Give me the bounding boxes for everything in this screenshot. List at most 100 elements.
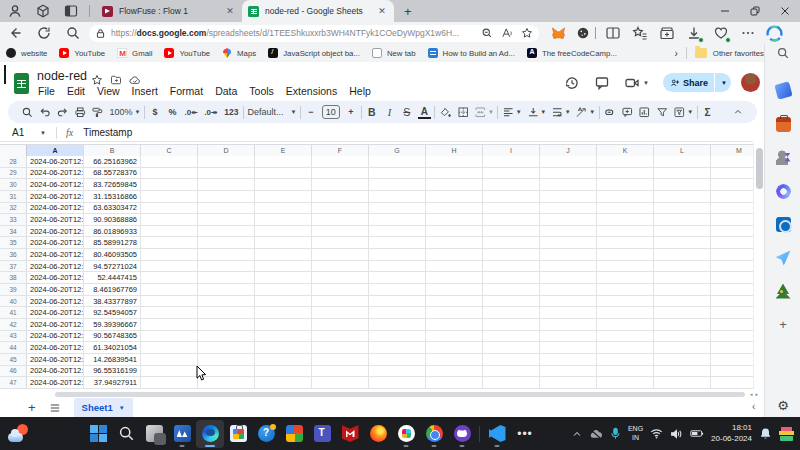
cell-F35[interactable] [312, 237, 369, 249]
vertical-align-icon[interactable] [526, 105, 539, 120]
cell-C31[interactable] [141, 191, 198, 203]
menu-format[interactable]: Format [164, 84, 209, 98]
wifi-icon[interactable] [650, 428, 663, 439]
cell-F30[interactable] [312, 179, 369, 191]
cell-F43[interactable] [312, 331, 369, 343]
cell-M35[interactable] [711, 237, 753, 249]
redo-icon[interactable] [56, 105, 69, 120]
cell-G32[interactable] [369, 203, 426, 215]
row-header-44[interactable]: 44 [0, 342, 27, 354]
borders-icon[interactable] [456, 105, 469, 120]
cell-J46[interactable] [540, 366, 597, 378]
cell-I37[interactable] [483, 261, 540, 273]
back-icon[interactable] [7, 25, 23, 41]
cell-A37[interactable]: 2024-06-20T12:2 [27, 261, 84, 273]
cell-A46[interactable]: 2024-06-20T12:2 [27, 366, 84, 378]
select-all-corner[interactable] [0, 145, 27, 156]
cell-D42[interactable] [198, 319, 255, 331]
cell-C30[interactable] [141, 179, 198, 191]
cell-J40[interactable] [540, 296, 597, 308]
column-header-H[interactable]: H [426, 145, 483, 156]
settings-more-icon[interactable] [740, 25, 756, 41]
cell-E46[interactable] [255, 366, 312, 378]
taskbar-search-icon[interactable] [112, 420, 140, 448]
cell-C44[interactable] [141, 342, 198, 354]
cell-H44[interactable] [426, 342, 483, 354]
cell-D38[interactable] [198, 272, 255, 284]
increase-font-size-icon[interactable]: + [344, 105, 357, 120]
cell-L40[interactable] [654, 296, 711, 308]
toolbar-search-icon[interactable] [21, 105, 34, 120]
row-header-32[interactable]: 32 [0, 203, 27, 215]
column-header-L[interactable]: L [654, 145, 711, 156]
cell-G35[interactable] [369, 237, 426, 249]
cell-H43[interactable] [426, 331, 483, 343]
favorite-star-icon[interactable] [521, 27, 533, 39]
cell-K32[interactable] [597, 203, 654, 215]
cell-J42[interactable] [540, 319, 597, 331]
cell-E28[interactable] [255, 156, 312, 168]
name-box[interactable]: A1 [0, 127, 40, 138]
add-sheet-button[interactable]: + [28, 400, 36, 415]
taskbar-vscode-icon[interactable] [483, 420, 511, 448]
cell-L35[interactable] [654, 237, 711, 249]
cell-M36[interactable] [711, 249, 753, 261]
column-header-K[interactable]: K [597, 145, 654, 156]
cell-H38[interactable] [426, 272, 483, 284]
cell-F39[interactable] [312, 284, 369, 296]
cell-B36[interactable]: 80.46093505 [84, 249, 141, 261]
cell-E45[interactable] [255, 354, 312, 366]
cell-K38[interactable] [597, 272, 654, 284]
filter-views-icon[interactable] [673, 105, 686, 120]
bookmark-item[interactable]: JavaScript object ba... [262, 46, 366, 60]
row-header-40[interactable]: 40 [0, 296, 27, 308]
tab-search-icon[interactable] [63, 3, 79, 19]
share-button[interactable]: Share ▼ [663, 73, 731, 92]
cell-C32[interactable] [141, 203, 198, 215]
bookmark-item[interactable]: How to Build an Ad... [422, 46, 521, 60]
cell-J29[interactable] [540, 168, 597, 180]
cell-G42[interactable] [369, 319, 426, 331]
cell-L36[interactable] [654, 249, 711, 261]
cell-H47[interactable] [426, 377, 483, 389]
cookie-extension-icon[interactable] [576, 26, 590, 40]
italic-icon[interactable]: I [383, 105, 396, 120]
font-dropdown-icon[interactable]: ▼ [290, 109, 296, 115]
cell-K46[interactable] [597, 366, 654, 378]
cell-A32[interactable]: 2024-06-20T12:2 [27, 203, 84, 215]
cell-C43[interactable] [141, 331, 198, 343]
cell-J37[interactable] [540, 261, 597, 273]
column-headers[interactable]: ABCDEFGHIJKLM [0, 144, 753, 156]
cell-A36[interactable]: 2024-06-20T12:2 [27, 249, 84, 261]
cell-G44[interactable] [369, 342, 426, 354]
cell-K44[interactable] [597, 342, 654, 354]
horizontal-scrollbar-thumb[interactable] [55, 392, 745, 397]
cell-E38[interactable] [255, 272, 312, 284]
cell-D30[interactable] [198, 179, 255, 191]
column-header-B[interactable]: B [84, 145, 141, 156]
cell-K30[interactable] [597, 179, 654, 191]
cell-F37[interactable] [312, 261, 369, 273]
cell-L47[interactable] [654, 377, 711, 389]
cell-A45[interactable]: 2024-06-20T12:2 [27, 354, 84, 366]
cell-M41[interactable] [711, 307, 753, 319]
cell-G28[interactable] [369, 156, 426, 168]
cell-J38[interactable] [540, 272, 597, 284]
cell-J47[interactable] [540, 377, 597, 389]
text-rotation-icon[interactable] [575, 105, 588, 120]
cell-E30[interactable] [255, 179, 312, 191]
print-icon[interactable] [74, 105, 87, 120]
sidebar-app-toolbox-icon[interactable] [774, 115, 792, 133]
cell-G30[interactable] [369, 179, 426, 191]
cell-I46[interactable] [483, 366, 540, 378]
cell-L39[interactable] [654, 284, 711, 296]
cell-E37[interactable] [255, 261, 312, 273]
cell-G34[interactable] [369, 226, 426, 238]
weather-widget-icon[interactable] [8, 424, 28, 442]
row-header-31[interactable]: 31 [0, 191, 27, 203]
cell-D31[interactable] [198, 191, 255, 203]
cell-E40[interactable] [255, 296, 312, 308]
cell-B46[interactable]: 96.55316199 [84, 366, 141, 378]
cell-E44[interactable] [255, 342, 312, 354]
cell-B43[interactable]: 90.56748365 [84, 331, 141, 343]
